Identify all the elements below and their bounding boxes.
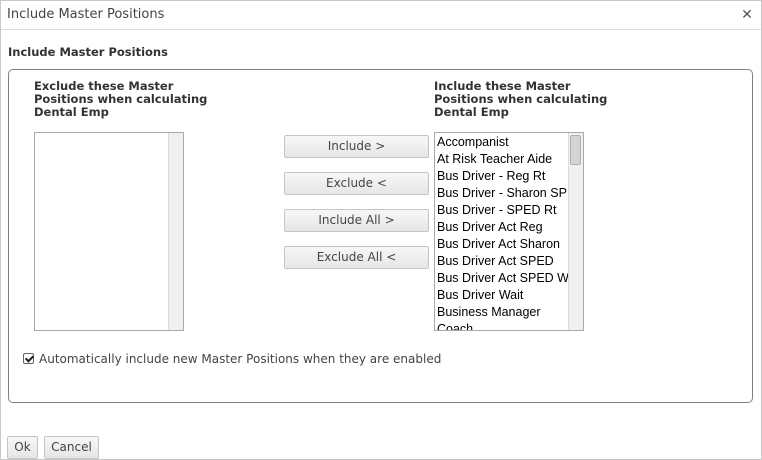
exclude-list-label-line: Dental Emp	[34, 105, 109, 119]
list-item[interactable]: At Risk Teacher Aide	[437, 151, 568, 168]
exclude-button[interactable]: Exclude <	[284, 172, 429, 195]
list-item[interactable]: Bus Driver Wait	[437, 287, 568, 304]
close-icon[interactable]: ✕	[739, 7, 755, 23]
auto-include-label: Automatically include new Master Positio…	[39, 352, 442, 366]
list-item[interactable]: Bus Driver - Sharon SP	[437, 185, 568, 202]
list-item[interactable]: Accompanist	[437, 134, 568, 151]
include-list-label: Include these Master Positions when calc…	[434, 80, 624, 119]
exclude-list-label: Exclude these Master Positions when calc…	[34, 80, 224, 119]
list-item[interactable]: Bus Driver Act Reg	[437, 219, 568, 236]
section-heading: Include Master Positions	[8, 45, 168, 59]
cancel-button[interactable]: Cancel	[44, 436, 99, 459]
exclude-listbox[interactable]	[34, 132, 184, 331]
list-item[interactable]: Bus Driver Act SPED	[437, 253, 568, 270]
exclude-listbox-scrollbar[interactable]	[168, 133, 183, 330]
list-item[interactable]: Bus Driver - Reg Rt	[437, 168, 568, 185]
list-item[interactable]: Bus Driver Act Sharon	[437, 236, 568, 253]
list-item[interactable]: Business Manager	[437, 304, 568, 321]
dialog-title: Include Master Positions	[7, 7, 165, 22]
list-item[interactable]: Bus Driver - SPED Rt	[437, 202, 568, 219]
list-item[interactable]: Coach	[437, 321, 568, 330]
list-item[interactable]: Bus Driver Act SPED W	[437, 270, 568, 287]
dialog-titlebar: Include Master Positions ✕	[1, 1, 761, 30]
include-all-button[interactable]: Include All >	[284, 209, 429, 232]
include-list-label-line: Dental Emp	[434, 105, 509, 119]
ok-button[interactable]: Ok	[7, 436, 38, 459]
include-button[interactable]: Include >	[284, 135, 429, 158]
auto-include-checkbox[interactable]	[23, 353, 34, 364]
include-master-positions-dialog: Include Master Positions ✕ Include Maste…	[0, 0, 762, 460]
scrollbar-thumb[interactable]	[570, 135, 581, 165]
exclude-all-button[interactable]: Exclude All <	[284, 246, 429, 269]
include-listbox-scrollbar[interactable]	[568, 133, 583, 330]
include-listbox-items: Accompanist At Risk Teacher Aide Bus Dri…	[437, 134, 568, 330]
include-listbox[interactable]: Accompanist At Risk Teacher Aide Bus Dri…	[434, 132, 584, 331]
